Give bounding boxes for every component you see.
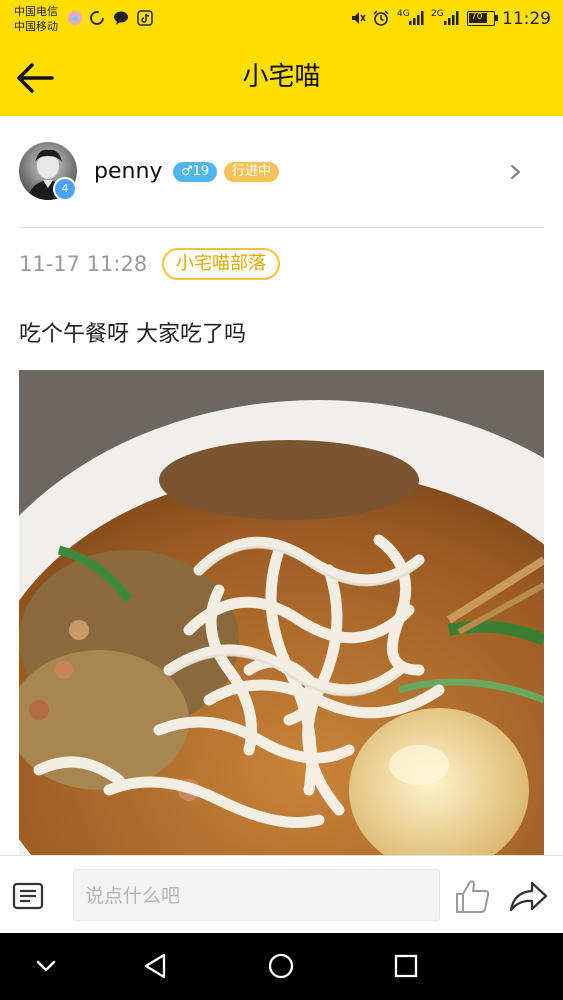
page-title: 小宅喵 (242, 62, 321, 92)
nav-back-icon[interactable] (138, 948, 174, 984)
tribe-tag[interactable]: 小宅喵部落 (162, 248, 280, 280)
carrier-1: 中国电信 (14, 5, 58, 18)
clock: 11:29 (502, 9, 551, 29)
comment-input[interactable]: 说点什么吧 (73, 869, 440, 921)
sync-icon (90, 11, 104, 25)
battery-level: 70 (471, 12, 483, 22)
nav-collapse-icon[interactable] (28, 948, 64, 984)
status-bar: 中国电信 中国移动 4G 2G 70 11:29 (0, 0, 563, 38)
comment-bar: 说点什么吧 (0, 855, 563, 934)
noodle-bowl-image (19, 370, 544, 855)
gender-age-badge: ♂19 (173, 162, 218, 182)
username[interactable]: penny (94, 158, 162, 186)
nav-recents-icon[interactable] (388, 948, 424, 984)
battery-icon: 70 (467, 11, 498, 26)
share-arrow-icon[interactable] (508, 878, 548, 914)
chat-icon (114, 11, 128, 25)
author-row[interactable]: 4 penny ♂19 行进中 (0, 116, 563, 228)
signal-icon (409, 11, 424, 25)
system-nav-bar (0, 933, 563, 1000)
status-badge: 行进中 (224, 162, 280, 182)
level-badge: 4 (53, 177, 77, 201)
thumbs-up-icon[interactable] (452, 876, 492, 916)
divider (19, 227, 544, 228)
tiktok-icon (137, 10, 153, 26)
back-arrow-icon[interactable] (14, 56, 62, 100)
comment-list-icon[interactable] (12, 882, 46, 910)
app-notification-icon (68, 11, 82, 25)
signal-icon-2 (444, 11, 459, 25)
post-text: 吃个午餐呀 大家吃了吗 (19, 322, 246, 347)
mute-icon (352, 12, 366, 24)
post-image[interactable] (19, 370, 544, 855)
carrier-2: 中国移动 (14, 20, 58, 33)
network-type-2: 2G (431, 9, 444, 19)
nav-home-icon[interactable] (263, 948, 299, 984)
alarm-icon (373, 10, 389, 26)
app-header: 小宅喵 (0, 38, 563, 116)
chevron-right-icon[interactable] (506, 160, 526, 184)
post-timestamp: 11-17 11:28 (19, 252, 148, 276)
